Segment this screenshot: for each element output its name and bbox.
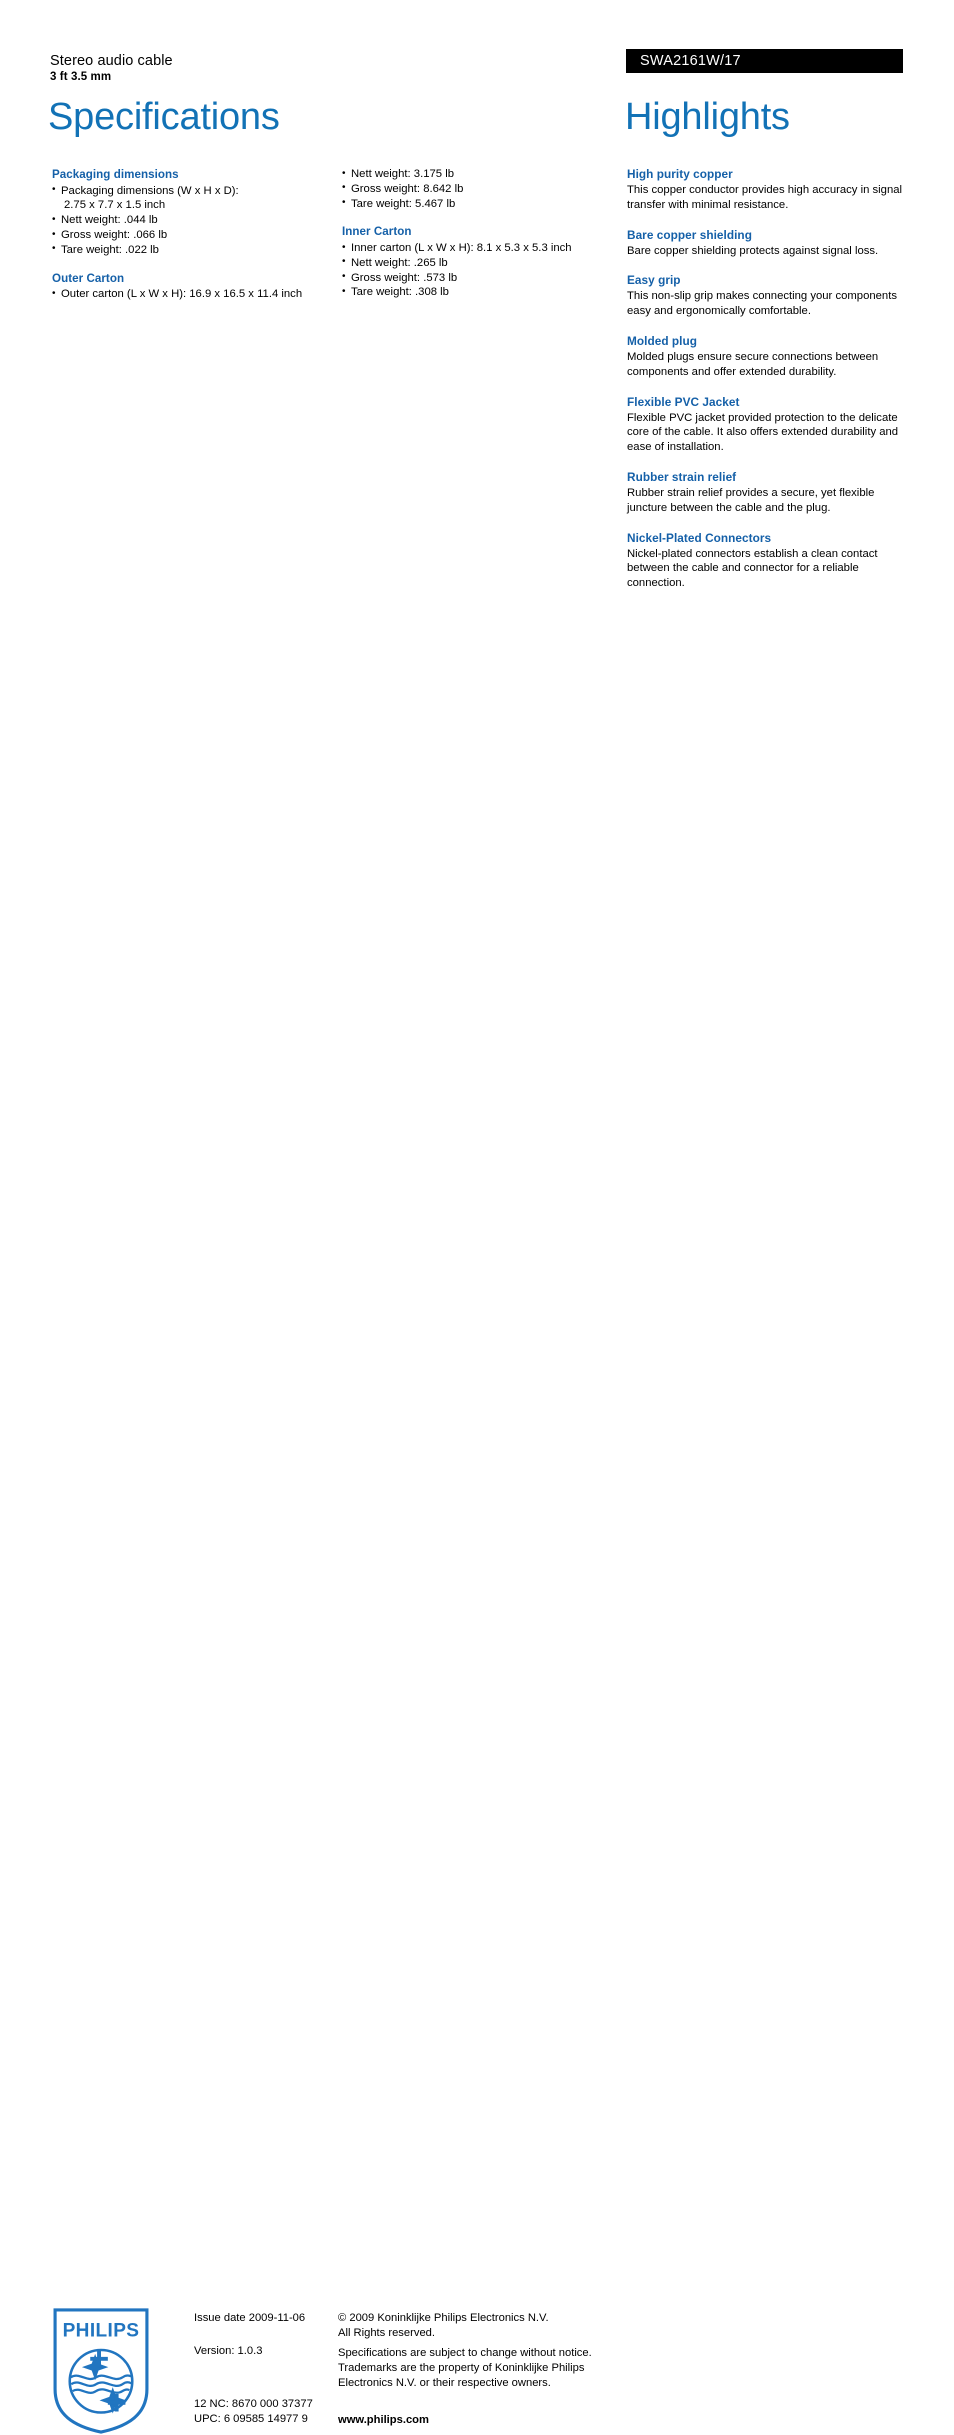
- spec-item-text: Tare weight: 5.467 lb: [351, 197, 456, 210]
- issue-date: Issue date 2009-11-06: [194, 2312, 306, 2324]
- highlight-item: Flexible PVC Jacket Flexible PVC jacket p…: [627, 395, 905, 455]
- spec-item-text: Gross weight: .066 lb: [61, 229, 168, 242]
- product-identifiers: 12 NC: 8670 000 37377 UPC: 6 09585 14977…: [194, 2397, 313, 2427]
- highlight-body: Bare copper shielding protects against s…: [627, 244, 879, 257]
- spec-list: Outer carton (L x W x H): 16.9 x 16.5 x …: [52, 287, 334, 302]
- spec-item-text: Nett weight: .265 lb: [351, 256, 448, 269]
- spec-item-continuation: 2.75 x 7.7 x 1.5 inch: [64, 199, 166, 212]
- spec-list: Inner carton (L x W x H): 8.1 x 5.3 x 5.…: [342, 241, 622, 300]
- page-footer: PHILIPS Issue date 2009-11-06 Version: 1…: [0, 1150, 954, 2434]
- spec-item-text: Packaging dimensions (W x H x D):: [61, 184, 239, 197]
- spec-item-text: Gross weight: .573 lb: [351, 271, 458, 284]
- highlight-body: This copper conductor provides high accu…: [627, 183, 903, 211]
- copyright-block: © 2009 Koninklijke Philips Electronics N…: [338, 2311, 603, 2341]
- spec-item-text: Gross weight: 8.642 lb: [351, 182, 464, 195]
- highlight-title: Rubber strain relief: [627, 470, 737, 485]
- highlight-item: Easy grip This non-slip grip makes connec…: [627, 273, 905, 319]
- spec-group: Nett weight: 3.175 lb Gross weight: 8.642…: [342, 167, 622, 211]
- spec-group: Inner Carton Inner carton (L x W x H): 8.…: [342, 224, 622, 300]
- spec-list-item: Gross weight: .066 lb: [52, 228, 334, 243]
- highlight-item: Rubber strain relief Rubber strain relief…: [627, 470, 905, 516]
- svg-text:PHILIPS: PHILIPS: [63, 2320, 140, 2341]
- specifications-heading: Specifications: [48, 96, 280, 138]
- product-subtitle: 3 ft 3.5 mm: [50, 71, 112, 83]
- copyright-line-1: © 2009 Koninklijke Philips Electronics N…: [338, 2312, 549, 2324]
- spec-list-item: Gross weight: .573 lb: [342, 270, 622, 286]
- product-title: Stereo audio cable: [50, 53, 173, 69]
- highlight-item: High purity copper This copper conductor …: [627, 167, 905, 213]
- spec-list-item: Tare weight: .308 lb: [342, 285, 622, 300]
- spec-list: Nett weight: 3.175 lb Gross weight: 8.642…: [342, 167, 622, 211]
- spec-group-title: Outer Carton: [52, 271, 125, 285]
- specifications-column-1: Packaging dimensions Packaging dimensions…: [52, 167, 334, 302]
- highlight-title: Easy grip: [627, 273, 681, 288]
- spec-group: Packaging dimensions Packaging dimensions…: [52, 167, 334, 258]
- spec-item-text: Nett weight: .044 lb: [61, 214, 158, 227]
- product-code-bar: SWA2161W/17: [626, 49, 903, 73]
- highlight-title: Bare copper shielding: [627, 227, 752, 242]
- highlight-body: Nickel-plated connectors establish a cle…: [627, 547, 878, 590]
- highlight-body: This non-slip grip makes connecting your…: [627, 290, 898, 318]
- highlight-title: Nickel-Plated Connectors: [627, 530, 772, 545]
- upc-code: UPC: 6 09585 14977 9: [194, 2412, 308, 2425]
- product-code-label: SWA2161W/17: [640, 53, 741, 69]
- highlights-column: High purity copper This copper conductor …: [627, 167, 905, 606]
- spec-list-item: Packaging dimensions (W x H x D): 2.75 x …: [52, 183, 334, 214]
- highlight-title: Molded plug: [627, 333, 698, 348]
- highlight-item: Bare copper shielding Bare copper shieldi…: [627, 228, 905, 259]
- highlights-heading: Highlights: [625, 96, 790, 138]
- website-link[interactable]: www.philips.com: [338, 2413, 429, 2428]
- highlight-title: Flexible PVC Jacket: [627, 394, 740, 409]
- spec-list-item: Nett weight: .044 lb: [52, 213, 334, 228]
- spec-list-item: Nett weight: 3.175 lb: [342, 167, 622, 182]
- spec-item-text: Outer carton (L x W x H): 16.9 x 16.5 x …: [61, 288, 303, 301]
- spec-group: Outer Carton Outer carton (L x W x H): 16…: [52, 271, 334, 302]
- spec-list-item: Outer carton (L x W x H): 16.9 x 16.5 x …: [52, 287, 334, 302]
- spec-list-item: Inner carton (L x W x H): 8.1 x 5.3 x 5.…: [342, 241, 622, 256]
- highlight-body: Molded plugs ensure secure connections b…: [627, 350, 879, 378]
- highlight-body: Rubber strain relief provides a secure, …: [627, 486, 875, 514]
- spec-list: Packaging dimensions (W x H x D): 2.75 x …: [52, 183, 334, 258]
- spec-group-title: Packaging dimensions: [52, 168, 179, 181]
- spec-list-item: Gross weight: 8.642 lb: [342, 181, 622, 197]
- specifications-column-2: Nett weight: 3.175 lb Gross weight: 8.642…: [342, 167, 622, 300]
- highlight-item: Nickel-Plated Connectors Nickel-plated co…: [627, 531, 905, 591]
- spec-list-item: Tare weight: 5.467 lb: [342, 196, 622, 212]
- highlight-body: Flexible PVC jacket provided protection …: [627, 411, 899, 454]
- spec-item-text: Inner carton (L x W x H): 8.1 x 5.3 x 5.…: [351, 242, 572, 255]
- spec-item-text: Nett weight: 3.175 lb: [351, 168, 454, 180]
- version-label: Version: 1.0.3: [194, 2345, 263, 2357]
- spec-group-title: Inner Carton: [342, 225, 412, 239]
- highlight-item: Molded plug Molded plugs ensure secure co…: [627, 334, 905, 380]
- spec-list-item: Nett weight: .265 lb: [342, 255, 622, 271]
- copyright-line-2: All Rights reserved.: [338, 2326, 435, 2339]
- spec-list-item: Tare weight: .022 lb: [52, 242, 334, 258]
- spec-item-text: Tare weight: .308 lb: [351, 286, 449, 299]
- nc-code: 12 NC: 8670 000 37377: [194, 2398, 313, 2410]
- spec-item-text: Tare weight: .022 lb: [61, 243, 159, 256]
- highlight-title: High purity copper: [627, 167, 733, 181]
- philips-logo: PHILIPS: [53, 2308, 149, 2434]
- legal-disclaimer: Specifications are subject to change wit…: [338, 2347, 592, 2389]
